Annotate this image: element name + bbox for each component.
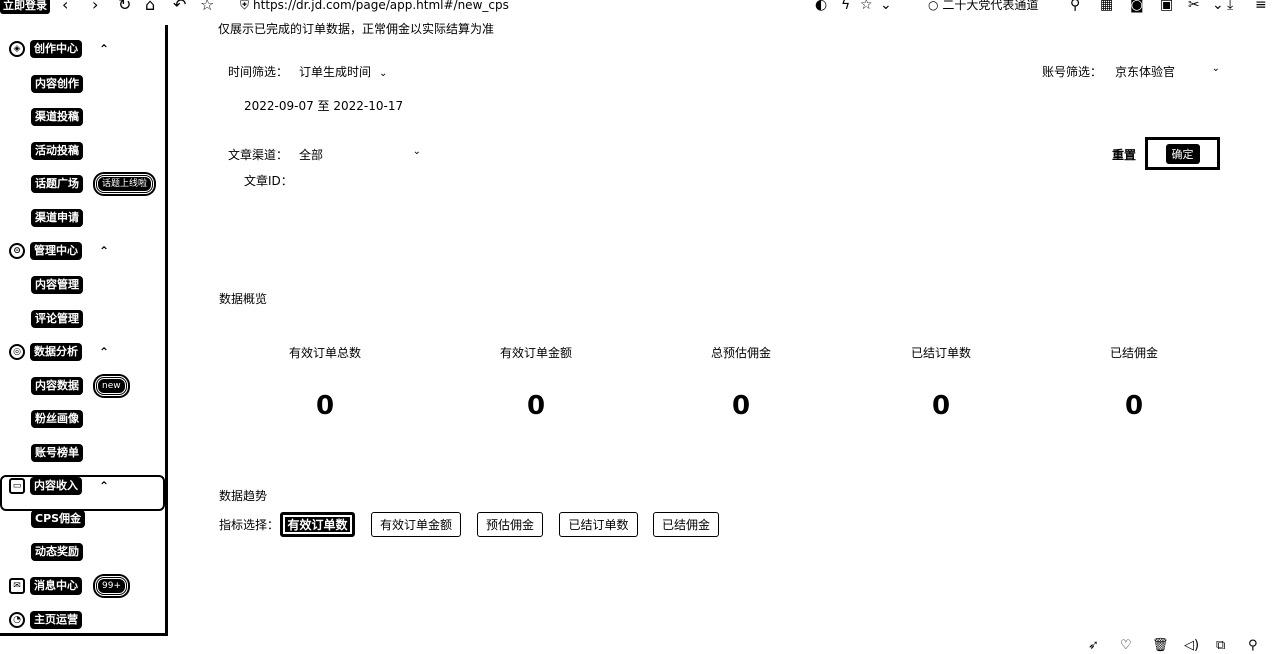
metric-settled-commission: 已结佣金 0: [1044, 344, 1224, 421]
forward-icon[interactable]: ›: [92, 0, 98, 13]
chevron-down-icon: ⌄: [1211, 63, 1220, 74]
metric-label: 有效订单总数: [288, 346, 361, 360]
analytics-icon: ◎: [9, 344, 25, 360]
overview-title: 数据概览: [219, 292, 268, 306]
sidebar-item-label: 活动投稿: [31, 142, 83, 160]
metric-valid-orders: 有效订单总数 0: [235, 344, 415, 421]
metric-value: 0: [931, 391, 951, 421]
sidebar-item-label: 内容创作: [31, 75, 83, 93]
rocket-icon[interactable]: ➶: [1088, 638, 1099, 654]
metric-settled-orders: 已结订单数 0: [851, 344, 1031, 421]
sidebar-item-label: 渠道投稿: [31, 108, 83, 126]
metric-label: 已结订单数: [910, 346, 971, 360]
sidebar-item-label: CPS佣金: [31, 510, 86, 528]
message-badge: 99+: [95, 576, 128, 596]
window-icon[interactable]: ⧉: [1216, 638, 1225, 654]
indicator-settled-commission[interactable]: 已结佣金: [653, 512, 719, 537]
category-label: 数据分析: [30, 343, 82, 361]
chevron-up-icon[interactable]: ⌃: [99, 42, 109, 56]
account-filter-select[interactable]: 京东体验官 ⌄: [1115, 63, 1220, 80]
channel-filter-label: 文章渠道：: [228, 148, 289, 162]
time-filter-value: 订单生成时间: [299, 65, 372, 79]
confirm-button[interactable]: 确定: [1145, 137, 1220, 170]
reset-button[interactable]: 重置: [1112, 146, 1136, 163]
sidebar-item-label: 话题广场: [31, 175, 83, 193]
create-icon: ◈: [9, 41, 25, 57]
heart-icon[interactable]: ♡: [1120, 638, 1132, 654]
trash-icon[interactable]: 🗑: [1152, 638, 1169, 654]
indicator-valid-orders[interactable]: 有效订单数: [280, 512, 355, 537]
confirm-label: 确定: [1165, 143, 1200, 164]
volume-icon[interactable]: ◁): [1184, 638, 1199, 654]
metric-label: 已结佣金: [1109, 346, 1158, 360]
home-icon[interactable]: ⌂: [145, 0, 155, 13]
account-filter-label: 账号筛选：: [1042, 65, 1103, 79]
category-label: 消息中心: [30, 577, 82, 595]
topic-badge: 话题上线啦: [95, 174, 155, 194]
refresh-icon[interactable]: ↻: [118, 0, 131, 13]
chevron-up-icon[interactable]: ⌃: [99, 244, 109, 258]
sidebar-item-label: 粉丝画像: [31, 410, 83, 428]
back-icon[interactable]: ‹: [62, 0, 68, 13]
trend-title: 数据趋势: [219, 489, 268, 503]
indicator-label: 指标选择：: [219, 518, 280, 532]
browser-tab[interactable]: 立即登录: [0, 0, 50, 14]
indicator-estimated-commission[interactable]: 预估佣金: [477, 512, 543, 537]
sidebar: [0, 25, 168, 636]
sidebar-item-label: 动态奖励: [31, 543, 83, 561]
sidebar-item-label: 内容管理: [31, 276, 83, 294]
metric-value: 0: [1124, 391, 1144, 421]
chevron-down-icon: ⌄: [412, 146, 421, 157]
manage-icon: ⊝: [9, 243, 25, 259]
indicator-valid-amount[interactable]: 有效订单金额: [371, 512, 461, 537]
metric-value: 0: [731, 391, 751, 421]
account-filter-value: 京东体验官: [1115, 65, 1176, 79]
channel-filter-select[interactable]: 全部 ⌄: [299, 146, 421, 163]
metric-valid-amount: 有效订单金额 0: [446, 344, 626, 421]
sidebar-item-label: 渠道申请: [31, 209, 83, 227]
search-icon[interactable]: ⚲: [1248, 638, 1258, 654]
sidebar-item-label: 账号榜单: [31, 444, 83, 462]
data-notice: 仅展示已完成的订单数据，正常佣金以实际结算为准: [218, 22, 495, 36]
article-id-label: 文章ID：: [244, 174, 293, 188]
chevron-up-icon[interactable]: ⌃: [99, 345, 109, 359]
sidebar-item-label: 评论管理: [31, 310, 83, 328]
date-range[interactable]: 2022-09-07 至 2022-10-17: [244, 97, 403, 114]
time-filter-select[interactable]: 订单生成时间 ⌄: [299, 63, 387, 80]
category-label: 创作中心: [30, 40, 82, 58]
metric-label: 总预估佣金: [710, 346, 771, 360]
homepage-icon: ◔: [9, 612, 25, 628]
channel-filter-value: 全部: [299, 148, 324, 162]
chevron-down-icon: ⌄: [379, 68, 388, 79]
category-label: 管理中心: [30, 242, 82, 260]
new-badge: new: [95, 376, 128, 396]
sidebar-item-label: 内容数据: [31, 377, 83, 395]
time-filter-label: 时间筛选：: [228, 65, 289, 79]
metric-label: 有效订单金额: [499, 346, 572, 360]
indicator-settled-orders[interactable]: 已结订单数: [559, 512, 638, 537]
metric-value: 0: [315, 391, 335, 421]
category-label: 主页运营: [30, 611, 82, 629]
metric-value: 0: [526, 391, 546, 421]
sidebar-item-cps-commission[interactable]: [0, 475, 165, 511]
message-icon: ✉: [9, 578, 25, 594]
metric-estimated-commission: 总预估佣金 0: [651, 344, 831, 421]
main-content: 仅展示已完成的订单数据，正常佣金以实际结算为准 时间筛选： 订单生成时间 ⌄ 账号…: [170, 0, 1280, 654]
